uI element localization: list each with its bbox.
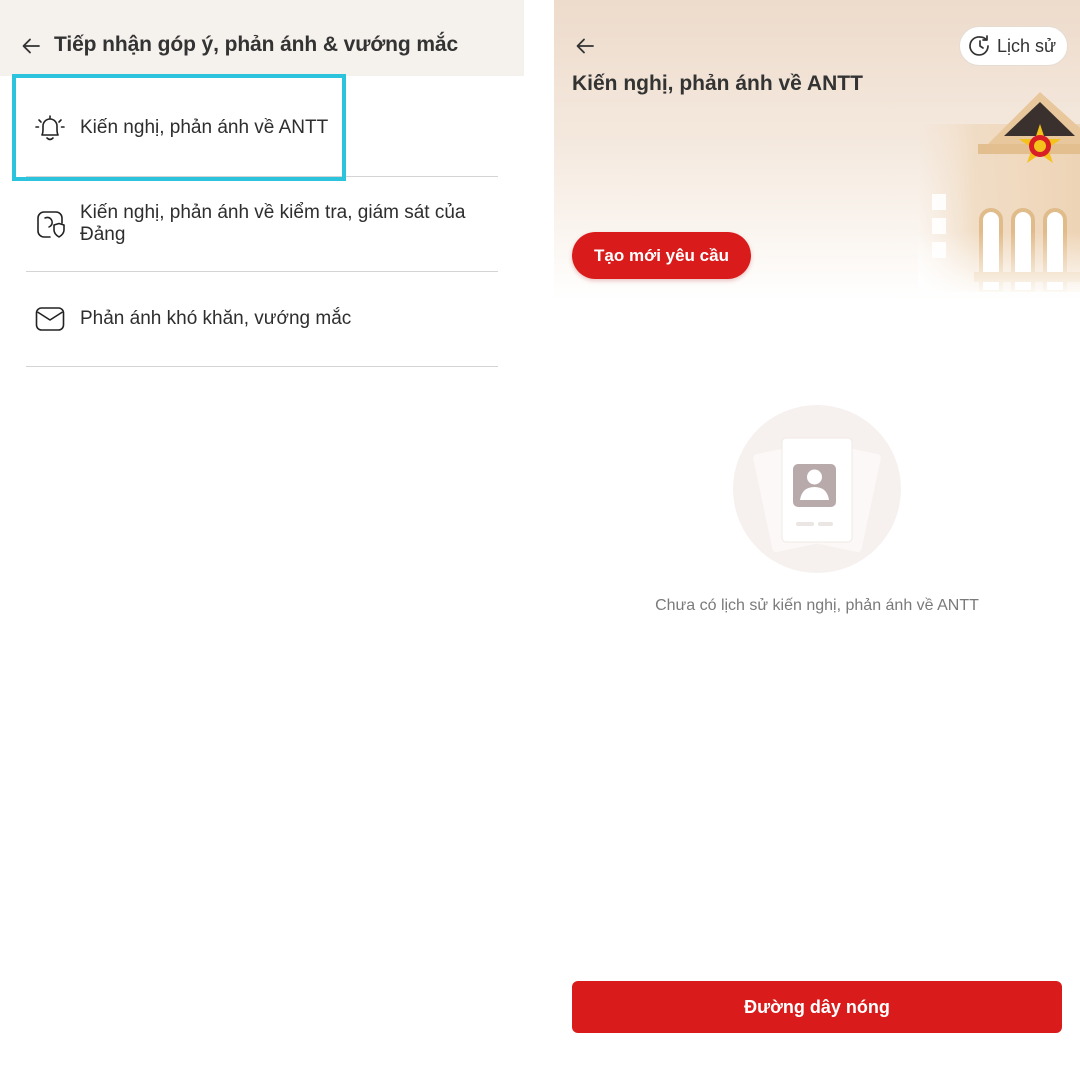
left-screen: Tiếp nhận góp ý, phản ánh & vướng mắc Ki… [0, 0, 524, 1080]
menu-item-label: Kiến nghị, phản ánh về kiểm tra, giám sá… [80, 202, 466, 245]
party-shield-icon [32, 206, 68, 242]
right-screen: Lịch sử Kiến nghị, phản ánh về ANTT Tạo … [554, 0, 1080, 1080]
back-button[interactable] [17, 32, 45, 60]
arrow-left-icon [576, 38, 594, 54]
menu-item-label: Phản ánh khó khăn, vướng mắc [80, 308, 352, 329]
menu-item-party-inspection[interactable]: Kiến nghị, phản ánh về kiểm tra, giám sá… [26, 177, 498, 272]
menu-item-label: Kiến nghị, phản ánh về ANTT [80, 117, 329, 138]
empty-state-text: Chưa có lịch sử kiến nghị, phản ánh về A… [655, 597, 979, 614]
mail-icon [32, 301, 68, 337]
police-building-illustration [918, 92, 1080, 294]
page-title: Kiến nghị, phản ánh về ANTT [572, 72, 863, 95]
page-title: Tiếp nhận góp ý, phản ánh & vướng mắc [54, 33, 459, 56]
menu-item-antt[interactable]: Kiến nghị, phản ánh về ANTT [26, 80, 498, 177]
alarm-bell-icon [32, 110, 68, 146]
create-request-button[interactable]: Tạo mới yêu cầu [572, 232, 751, 279]
left-header: Tiếp nhận góp ý, phản ánh & vướng mắc [0, 0, 524, 76]
history-icon [967, 33, 993, 59]
hotline-button[interactable]: Đường dây nóng [572, 981, 1062, 1033]
menu-item-difficulties[interactable]: Phản ánh khó khăn, vướng mắc [26, 272, 498, 367]
arrow-left-icon [22, 38, 40, 54]
empty-state-illustration [732, 404, 902, 574]
back-button[interactable] [571, 32, 599, 60]
history-button[interactable]: Lịch sử [959, 26, 1068, 66]
history-label: Lịch sử [997, 35, 1057, 56]
